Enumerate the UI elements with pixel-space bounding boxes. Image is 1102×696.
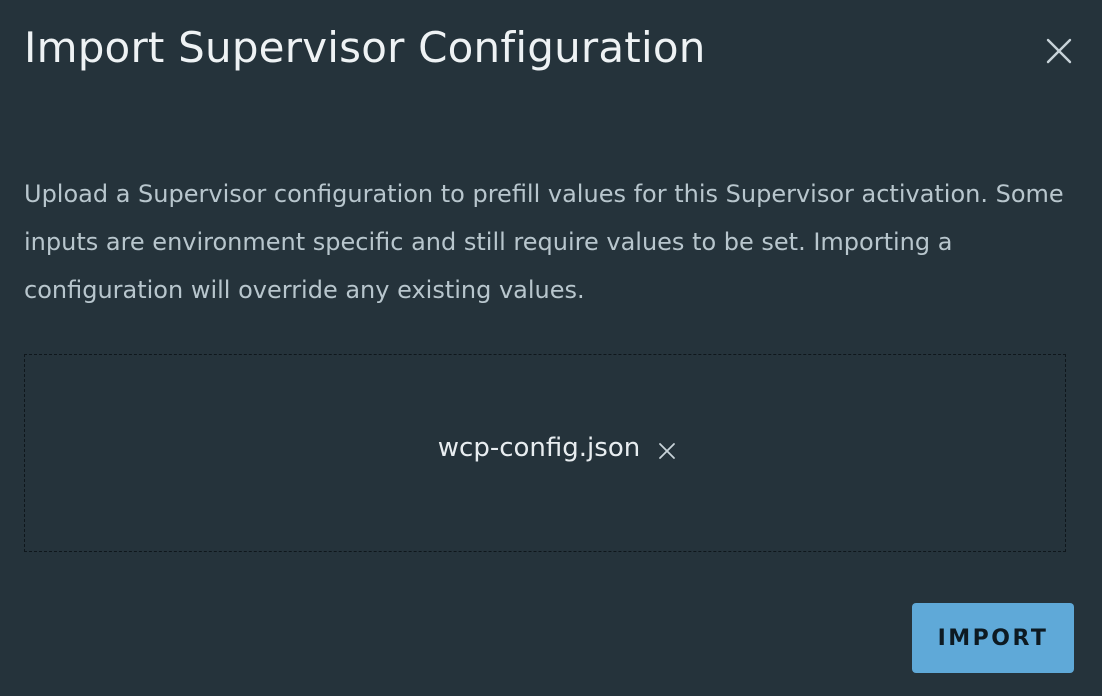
selected-file: wcp-config.json bbox=[438, 433, 678, 463]
remove-file-button[interactable] bbox=[656, 440, 678, 462]
import-config-dialog: Import Supervisor Configuration Upload a… bbox=[0, 0, 1102, 696]
file-dropzone[interactable]: wcp-config.json bbox=[24, 354, 1066, 552]
dialog-title: Import Supervisor Configuration bbox=[24, 23, 706, 72]
import-button[interactable]: IMPORT bbox=[912, 603, 1074, 673]
close-dialog-button[interactable] bbox=[1040, 32, 1078, 70]
dialog-description: Upload a Supervisor configuration to pre… bbox=[24, 180, 1064, 304]
close-icon bbox=[659, 443, 676, 459]
file-name: wcp-config.json bbox=[437, 433, 641, 463]
close-icon bbox=[1046, 38, 1072, 64]
